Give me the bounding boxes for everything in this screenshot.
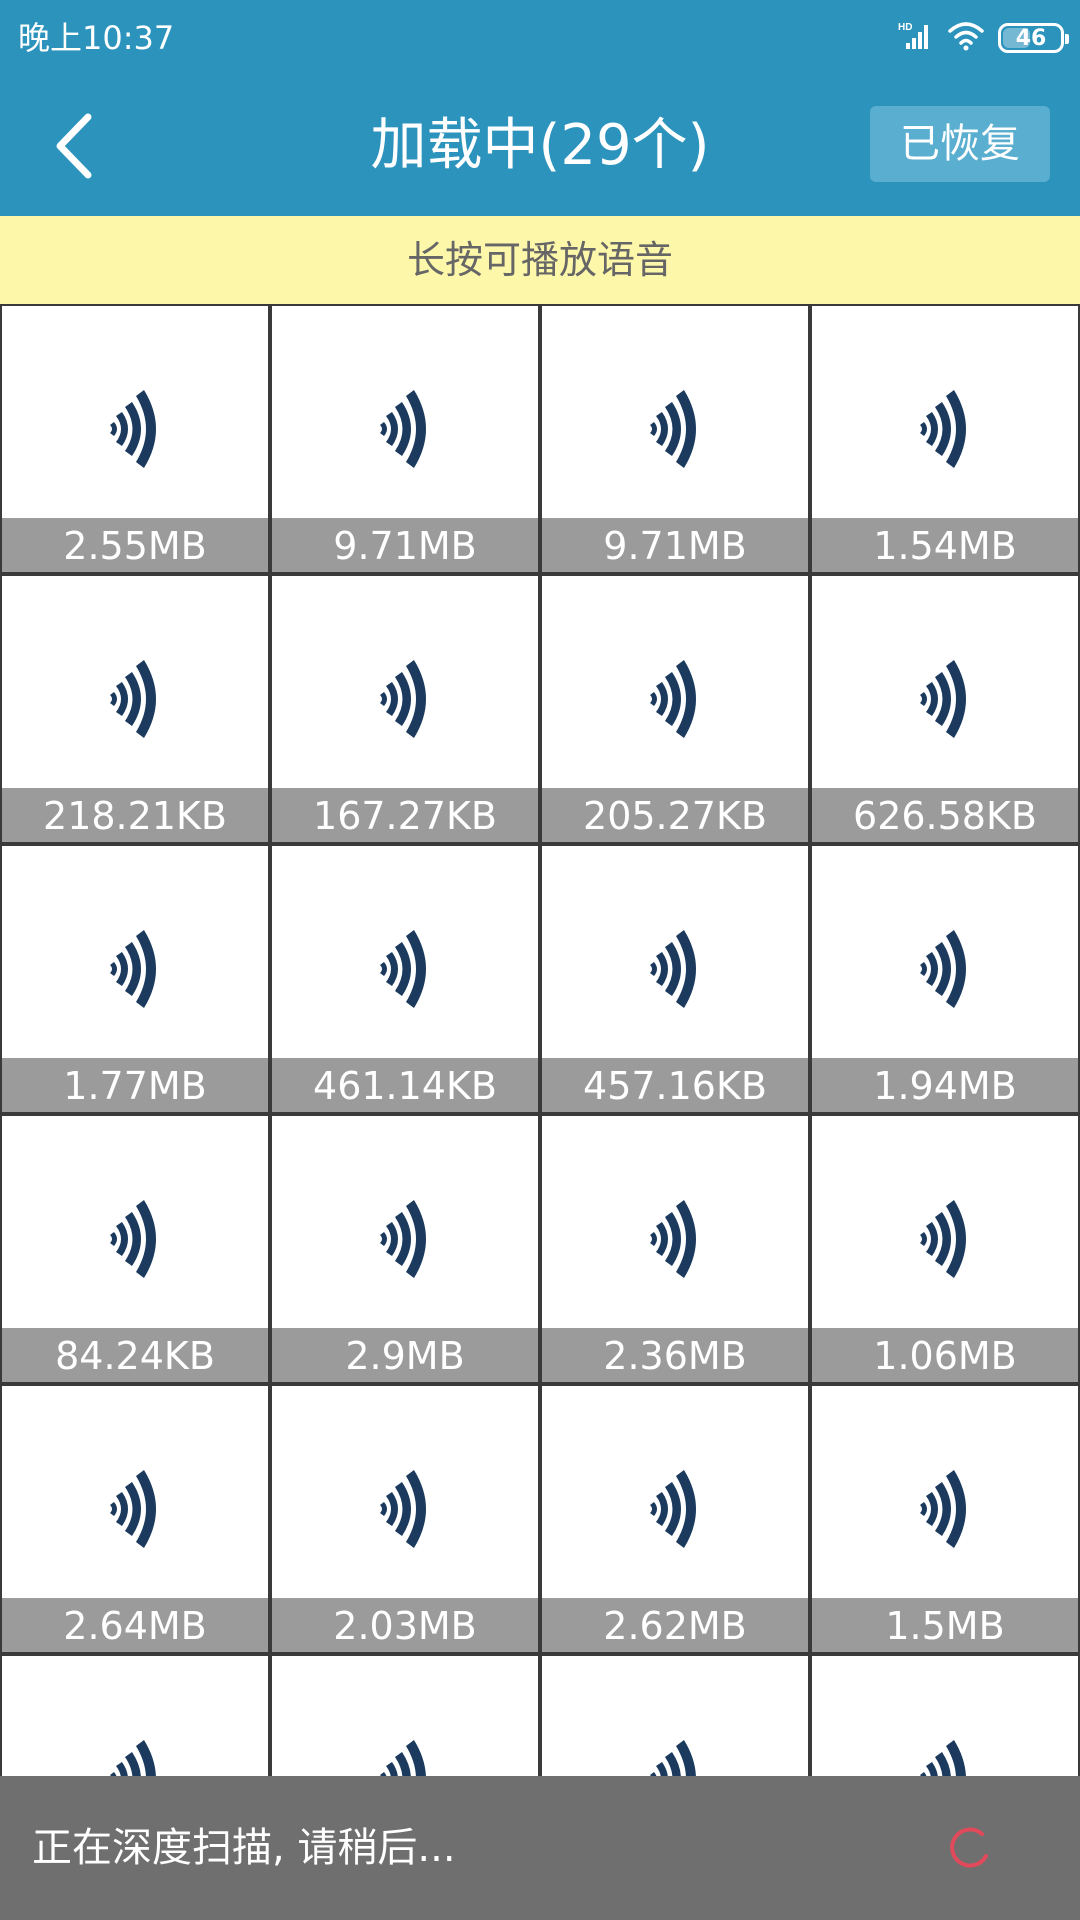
voice-file-item[interactable]: 457.16KB xyxy=(542,846,808,1112)
voice-wave-icon xyxy=(2,1734,268,1776)
voice-wave-icon xyxy=(542,384,808,474)
voice-wave-icon xyxy=(812,384,1078,474)
voice-file-item[interactable]: 9.71MB xyxy=(272,306,538,572)
voice-file-item[interactable]: 2.36MB xyxy=(542,1116,808,1382)
voice-file-item[interactable]: 626.58KB xyxy=(812,576,1078,842)
voice-file-item[interactable] xyxy=(812,1656,1078,1776)
status-bar: 晚上10:37 HD 46 xyxy=(0,0,1080,76)
hint-banner: 长按可播放语音 xyxy=(0,216,1080,304)
file-size-label: 2.36MB xyxy=(542,1328,808,1382)
voice-wave-icon xyxy=(2,1194,268,1284)
file-size-label: 84.24KB xyxy=(2,1328,268,1382)
loading-spinner-icon xyxy=(950,1827,988,1868)
voice-file-item[interactable] xyxy=(542,1656,808,1776)
battery-level: 46 xyxy=(1015,25,1047,51)
voice-wave-icon xyxy=(2,384,268,474)
voice-wave-icon xyxy=(542,1464,808,1554)
voice-file-item[interactable]: 2.62MB xyxy=(542,1386,808,1652)
file-size-label: 9.71MB xyxy=(542,518,808,572)
voice-file-item[interactable]: 2.03MB xyxy=(272,1386,538,1652)
voice-file-item[interactable] xyxy=(272,1656,538,1776)
voice-wave-icon xyxy=(272,1464,538,1554)
file-size-label: 2.03MB xyxy=(272,1598,538,1652)
title-bar: 加载中(29个) 已恢复 xyxy=(0,76,1080,216)
file-size-label: 457.16KB xyxy=(542,1058,808,1112)
loading-message: 正在深度扫描, 请稍后... xyxy=(32,1825,456,1871)
file-size-label: 218.21KB xyxy=(2,788,268,842)
voice-file-item[interactable] xyxy=(2,1656,268,1776)
cellular-signal-icon: HD xyxy=(898,21,934,55)
voice-wave-icon xyxy=(812,1464,1078,1554)
voice-wave-icon xyxy=(812,1194,1078,1284)
file-size-label: 2.9MB xyxy=(272,1328,538,1382)
voice-file-grid: 2.55MB 9.71MB 9.71MB 1.54MB 218.21KB 167.27KB… xyxy=(0,304,1080,1776)
voice-wave-icon xyxy=(812,924,1078,1014)
file-size-label: 1.94MB xyxy=(812,1058,1078,1112)
voice-wave-icon xyxy=(542,654,808,744)
voice-wave-icon xyxy=(542,1734,808,1776)
voice-file-item[interactable]: 84.24KB xyxy=(2,1116,268,1382)
voice-wave-icon xyxy=(2,1464,268,1554)
voice-wave-icon xyxy=(272,924,538,1014)
voice-wave-icon xyxy=(272,1734,538,1776)
voice-file-item[interactable]: 2.55MB xyxy=(2,306,268,572)
signal-hd-label: HD xyxy=(898,22,912,33)
file-size-label: 461.14KB xyxy=(272,1058,538,1112)
file-size-label: 2.64MB xyxy=(2,1598,268,1652)
voice-file-item[interactable]: 167.27KB xyxy=(272,576,538,842)
file-size-label: 2.55MB xyxy=(2,518,268,572)
voice-file-item[interactable]: 1.5MB xyxy=(812,1386,1078,1652)
restored-button[interactable]: 已恢复 xyxy=(870,106,1050,182)
file-size-label: 9.71MB xyxy=(272,518,538,572)
voice-file-item[interactable]: 205.27KB xyxy=(542,576,808,842)
voice-file-item[interactable]: 1.94MB xyxy=(812,846,1078,1112)
voice-file-item[interactable]: 9.71MB xyxy=(542,306,808,572)
file-size-label: 1.77MB xyxy=(2,1058,268,1112)
voice-file-item[interactable]: 461.14KB xyxy=(272,846,538,1112)
voice-file-item[interactable]: 218.21KB xyxy=(2,576,268,842)
voice-wave-icon xyxy=(2,654,268,744)
loading-bar: 正在深度扫描, 请稍后... xyxy=(0,1776,1080,1920)
voice-file-item[interactable]: 2.9MB xyxy=(272,1116,538,1382)
voice-wave-icon xyxy=(2,924,268,1014)
voice-wave-icon xyxy=(272,384,538,474)
voice-wave-icon xyxy=(812,1734,1078,1776)
status-icons: HD 46 xyxy=(898,18,1069,58)
voice-wave-icon xyxy=(542,924,808,1014)
file-size-label: 1.54MB xyxy=(812,518,1078,572)
file-size-label: 167.27KB xyxy=(272,788,538,842)
voice-wave-icon xyxy=(272,1194,538,1284)
file-size-label: 205.27KB xyxy=(542,788,808,842)
file-size-label: 2.62MB xyxy=(542,1598,808,1652)
app-root: 晚上10:37 HD 46 加载中(29个) 已恢复 长按可播放语音 2.55M… xyxy=(0,0,1080,1920)
voice-file-item[interactable]: 1.77MB xyxy=(2,846,268,1112)
file-size-label: 1.5MB xyxy=(812,1598,1078,1652)
file-size-label: 626.58KB xyxy=(812,788,1078,842)
voice-file-item[interactable]: 1.54MB xyxy=(812,306,1078,572)
status-time: 晚上10:37 xyxy=(18,19,175,57)
battery-icon: 46 xyxy=(998,23,1069,53)
voice-wave-icon xyxy=(272,654,538,744)
wifi-icon xyxy=(948,21,984,55)
voice-file-item[interactable]: 2.64MB xyxy=(2,1386,268,1652)
voice-wave-icon xyxy=(542,1194,808,1284)
voice-wave-icon xyxy=(812,654,1078,744)
voice-file-item[interactable]: 1.06MB xyxy=(812,1116,1078,1382)
file-size-label: 1.06MB xyxy=(812,1328,1078,1382)
